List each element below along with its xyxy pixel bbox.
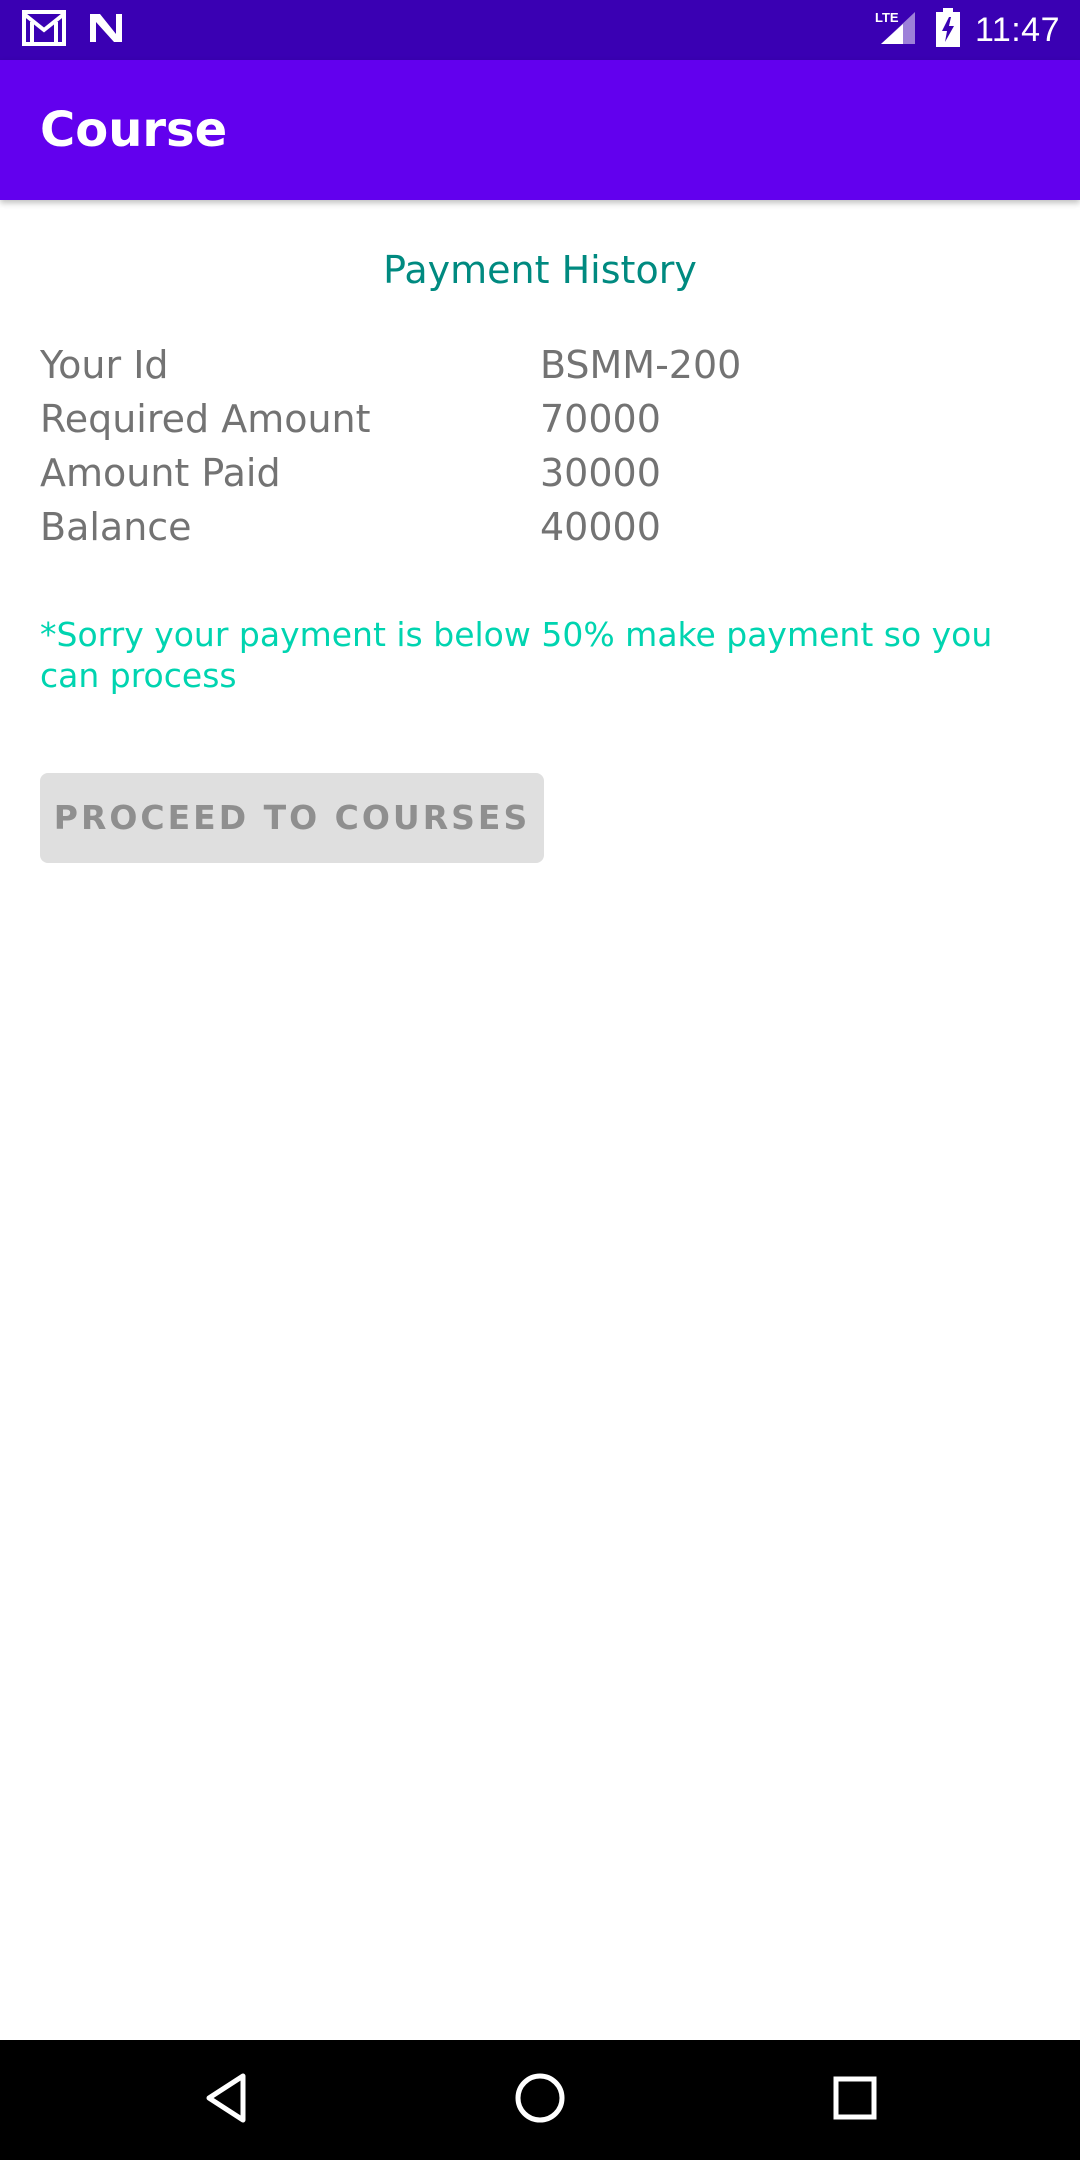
lte-signal-icon: LTE bbox=[875, 8, 921, 53]
status-right-icons: LTE 11:47 bbox=[875, 0, 1060, 60]
gmail-icon bbox=[22, 10, 66, 51]
proceed-to-courses-button[interactable]: PROCEED TO COURSES bbox=[40, 773, 544, 863]
section-title: Payment History bbox=[383, 248, 697, 292]
info-label: Your Id bbox=[40, 343, 169, 387]
back-button[interactable] bbox=[166, 2040, 286, 2160]
info-row-amount-paid: Amount Paid 30000 bbox=[40, 446, 1040, 500]
notification-n-icon bbox=[86, 10, 126, 51]
status-left-icons bbox=[22, 10, 126, 51]
info-value: BSMM-200 bbox=[540, 343, 742, 387]
info-value: 70000 bbox=[540, 397, 661, 441]
payment-info-table: Your Id BSMM-200 Required Amount 70000 A… bbox=[40, 338, 1040, 554]
info-row-required-amount: Required Amount 70000 bbox=[40, 392, 1040, 446]
system-nav-bar bbox=[0, 2040, 1080, 2160]
info-label: Balance bbox=[40, 505, 192, 549]
recents-button[interactable] bbox=[795, 2040, 915, 2160]
info-label: Amount Paid bbox=[40, 451, 281, 495]
status-bar: LTE 11:47 bbox=[0, 0, 1080, 60]
info-label: Required Amount bbox=[40, 397, 371, 441]
info-row-balance: Balance 40000 bbox=[40, 500, 1040, 554]
home-icon bbox=[513, 2071, 567, 2130]
home-button[interactable] bbox=[480, 2040, 600, 2160]
recents-icon bbox=[832, 2075, 878, 2126]
battery-charging-icon bbox=[935, 7, 961, 53]
info-value: 40000 bbox=[540, 505, 661, 549]
app-title: Course bbox=[40, 102, 228, 158]
svg-text:LTE: LTE bbox=[875, 10, 899, 25]
info-value: 30000 bbox=[540, 451, 661, 495]
status-time: 11:47 bbox=[974, 10, 1060, 49]
info-row-id: Your Id BSMM-200 bbox=[40, 338, 1040, 392]
back-icon bbox=[201, 2071, 251, 2130]
app-bar: Course bbox=[0, 60, 1080, 200]
payment-warning: *Sorry your payment is below 50% make pa… bbox=[40, 615, 993, 695]
